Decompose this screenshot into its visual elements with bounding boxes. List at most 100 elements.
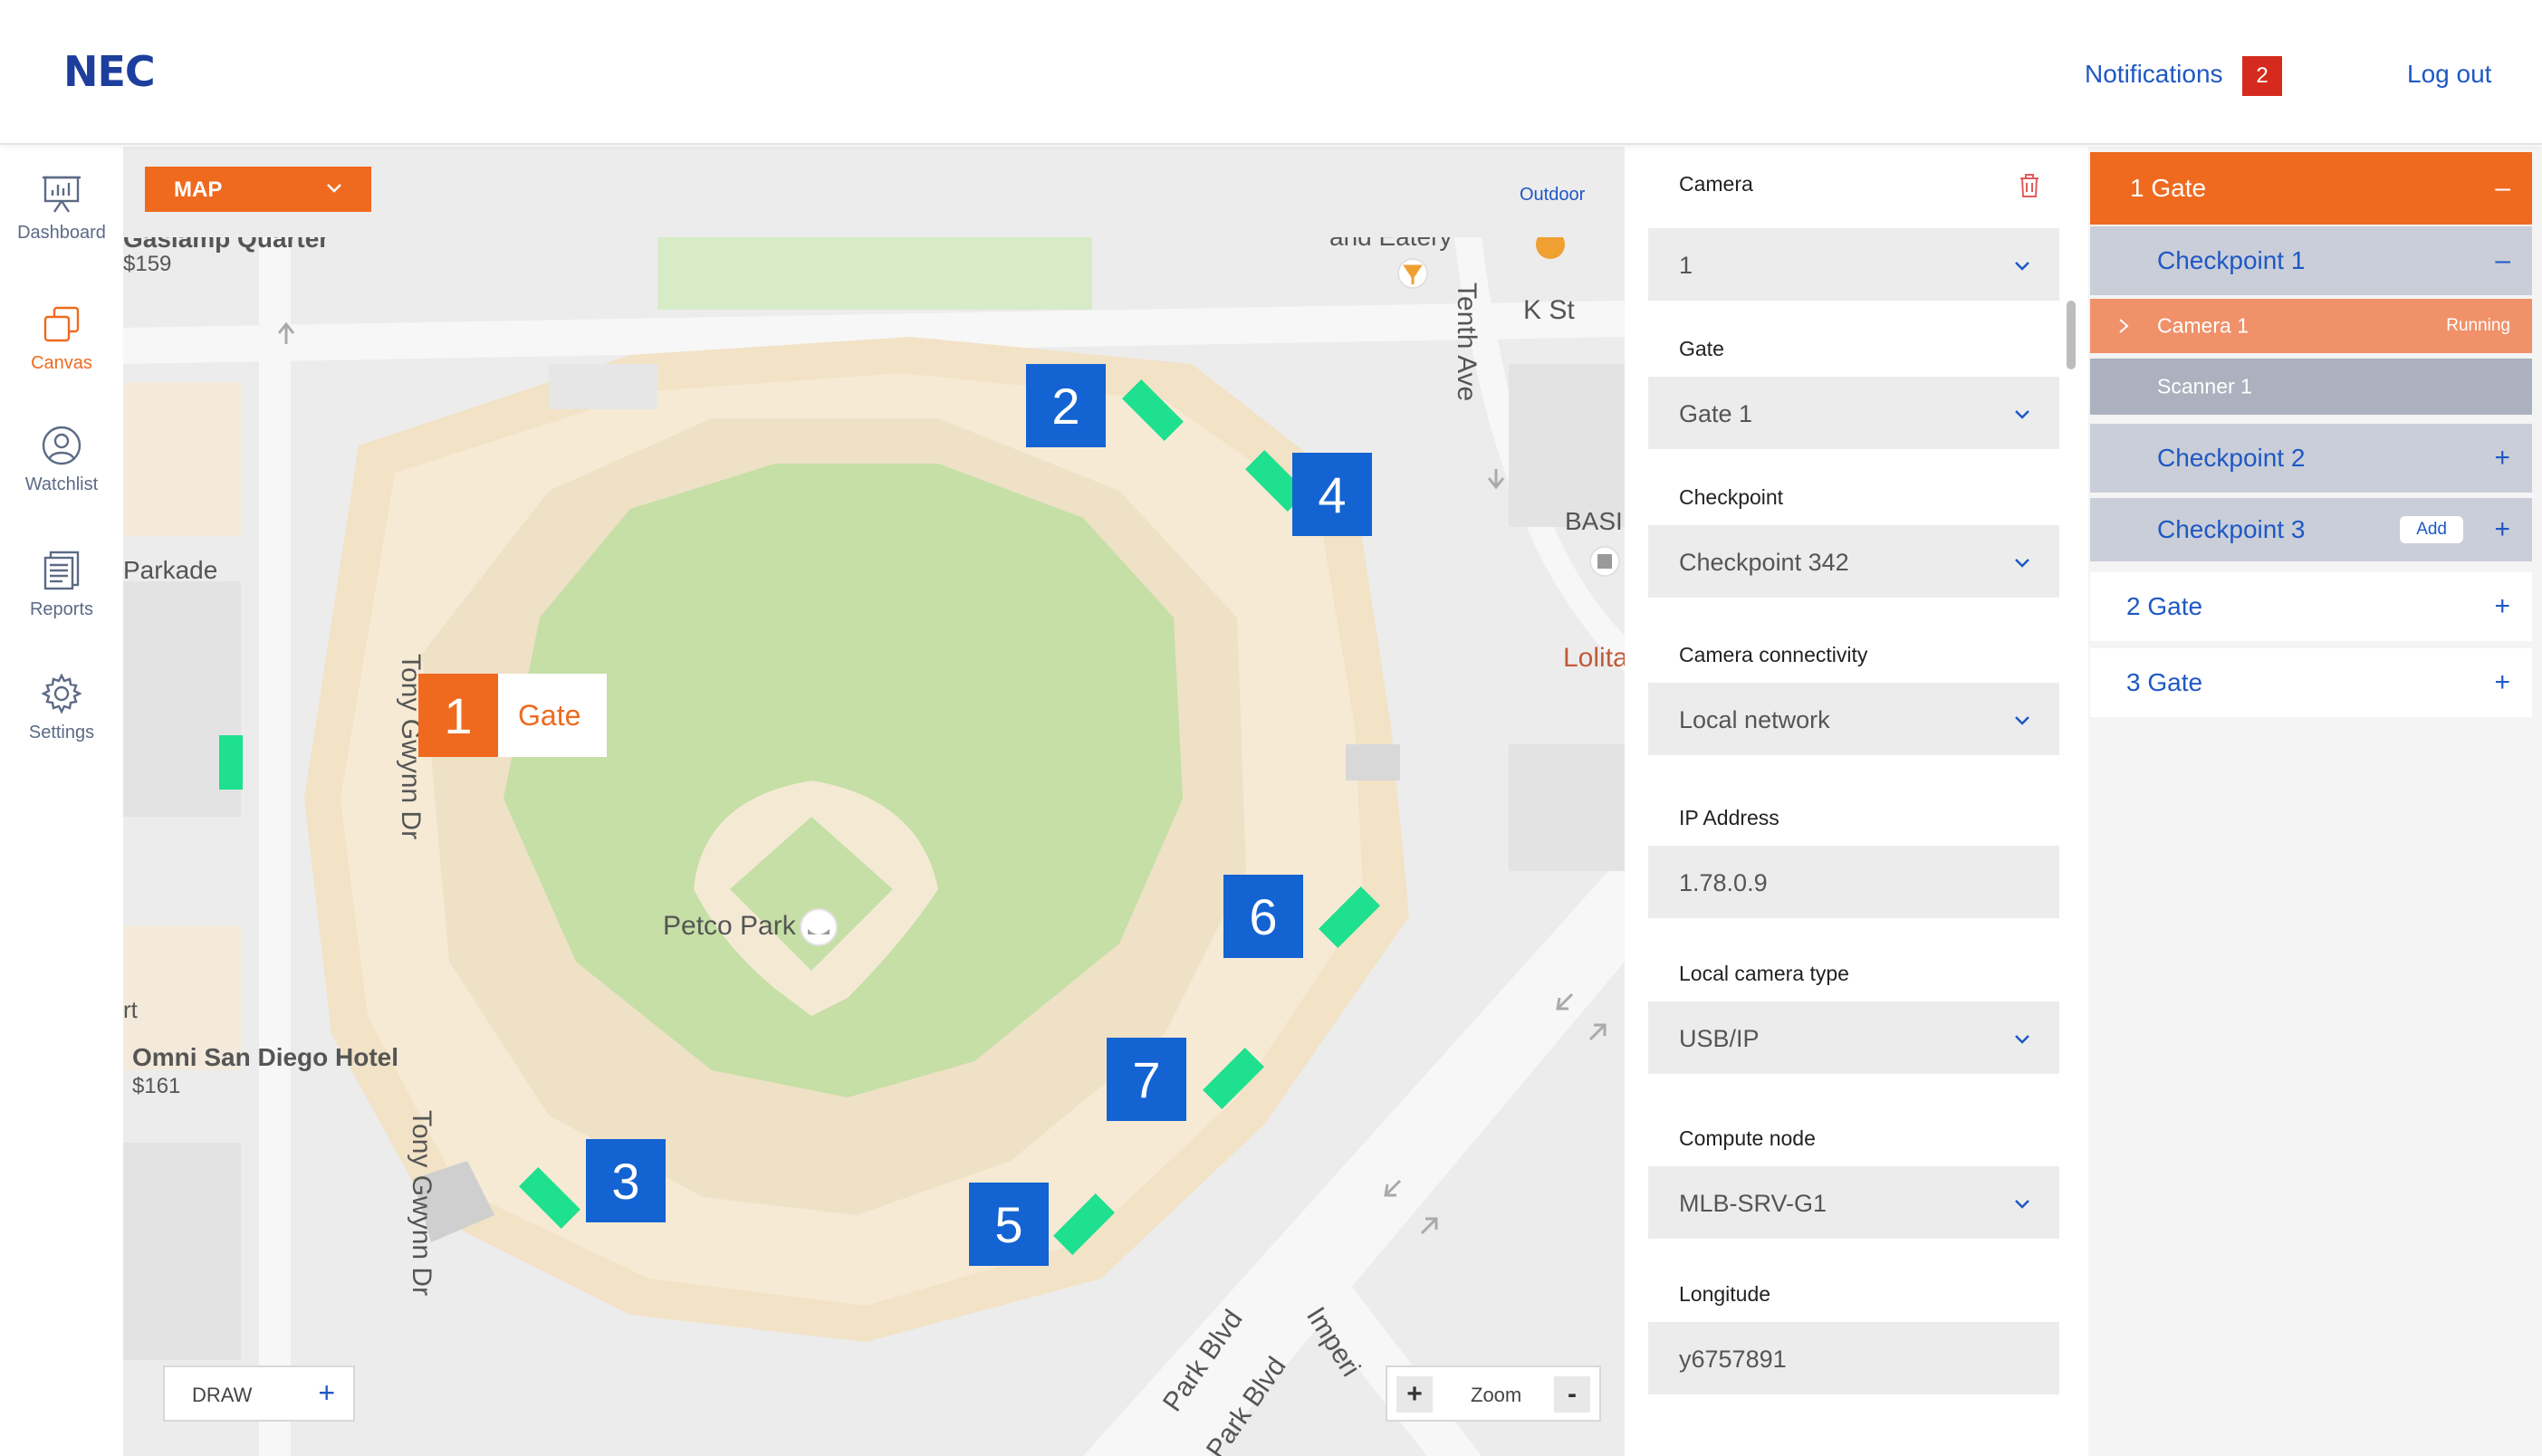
app-header: NEC Notifications 2 Log out	[0, 0, 2542, 145]
tree-checkpoint-1-label: Checkpoint 1	[2157, 246, 2306, 274]
camera-type-select-value: USB/IP	[1679, 1025, 1760, 1052]
camera-marker-6[interactable]: 6	[1223, 875, 1303, 958]
map-label-rt: rt	[123, 996, 138, 1023]
map-label-parkade: Parkade	[123, 556, 218, 584]
chevron-down-icon	[327, 184, 341, 193]
map-label-tony-gwynn-2: Tony Gwynn Dr	[407, 1110, 436, 1297]
tree-gate-1-label: 1 Gate	[2130, 174, 2207, 202]
camera-select-value: 1	[1679, 252, 1693, 279]
outdoor-link[interactable]: Outdoor	[1520, 185, 1585, 206]
nav-item-watchlist[interactable]: Watchlist	[0, 424, 123, 495]
expand-icon[interactable]: +	[2494, 514, 2510, 545]
notifications-link[interactable]: Notifications	[2085, 60, 2223, 89]
map-label-k-st: K St	[1523, 295, 1575, 325]
tree-scanner-1[interactable]: Scanner 1	[2090, 359, 2532, 415]
tree-checkpoint-1[interactable]: Checkpoint 1 –	[2090, 226, 2532, 295]
camera-form-panel: Camera 1 Gate Gate 1 Checkpoint Checkpoi…	[1625, 147, 2088, 1456]
chevron-down-icon	[2015, 410, 2029, 419]
nec-logo[interactable]: NEC	[63, 47, 156, 96]
nav-label-reports: Reports	[29, 599, 94, 619]
tree-gate-1[interactable]: 1 Gate –	[2090, 152, 2532, 225]
camera-type-label: Local camera type	[1679, 962, 1849, 985]
camera-marker-3[interactable]: 3	[586, 1139, 666, 1222]
longitude-label: Longitude	[1679, 1282, 1771, 1306]
collapse-icon[interactable]: –	[2495, 245, 2510, 276]
checkpoint-select[interactable]: Checkpoint 342	[1648, 525, 2059, 598]
nav-item-reports[interactable]: Reports	[0, 549, 123, 620]
checkpoint-select-value: Checkpoint 342	[1679, 549, 1849, 576]
dashboard-icon	[43, 176, 81, 213]
nav-item-dashboard[interactable]: Dashboard	[0, 172, 123, 244]
nav-item-settings[interactable]: Settings	[0, 672, 123, 743]
tree-camera-1[interactable]: Camera 1 Running	[2090, 299, 2532, 353]
notifications-count-badge[interactable]: 2	[2242, 56, 2282, 96]
form-scrollbar[interactable]	[2067, 301, 2076, 369]
chevron-down-icon	[2015, 716, 2029, 725]
nav-item-canvas[interactable]: Canvas	[0, 302, 123, 374]
tree-checkpoint-2-label: Checkpoint 2	[2157, 444, 2306, 472]
map-label-petco-park: Petco Park	[663, 911, 796, 941]
map-view-select[interactable]: MAP	[145, 167, 371, 212]
plus-icon: +	[318, 1376, 335, 1409]
reports-icon	[43, 551, 80, 590]
chevron-down-icon	[2015, 1200, 2029, 1209]
longitude-field[interactable]: y6757891	[1648, 1322, 2059, 1394]
trash-icon[interactable]	[2018, 172, 2041, 199]
gate-select[interactable]: Gate 1	[1648, 377, 2059, 449]
add-button[interactable]: Add	[2400, 516, 2463, 543]
tree-scanner-1-label: Scanner 1	[2157, 374, 2252, 398]
expand-icon[interactable]: +	[2494, 443, 2510, 474]
camera-label: Camera	[1679, 172, 1753, 196]
map-label-lolita: Lolita	[1563, 643, 1625, 673]
side-nav: Dashboard Canvas Watchlist Reports Setti…	[0, 147, 123, 1456]
tree-checkpoint-2[interactable]: Checkpoint 2 +	[2090, 424, 2532, 493]
map-label-omni-price: $161	[132, 1074, 181, 1098]
connectivity-select[interactable]: Local network	[1648, 683, 2059, 755]
zoom-out-button[interactable]: -	[1554, 1376, 1590, 1413]
camera-marker-4[interactable]: 4	[1292, 453, 1372, 536]
ip-address-field[interactable]: 1.78.0.9	[1648, 846, 2059, 918]
map-label-gaslamp-price: $159	[123, 252, 172, 276]
map-canvas[interactable]: Gaslamp Quarter $159 and Eatery K St Ten…	[123, 147, 1625, 1456]
draw-label: DRAW	[192, 1384, 253, 1406]
ip-address-label: IP Address	[1679, 806, 1779, 829]
gate-label: Gate	[1679, 337, 1724, 360]
draw-button[interactable]: DRAW +	[163, 1365, 355, 1422]
nav-label-watchlist: Watchlist	[24, 474, 99, 494]
camera-marker-5[interactable]: 5	[969, 1183, 1049, 1266]
collapse-icon[interactable]: –	[2495, 173, 2510, 204]
tree-gate-3-label: 3 Gate	[2126, 668, 2203, 696]
camera-type-select[interactable]: USB/IP	[1648, 1001, 2059, 1074]
connectivity-label: Camera connectivity	[1679, 643, 1868, 666]
gate-marker-1-tag[interactable]: Gate	[498, 674, 607, 757]
tree-checkpoint-3-label: Checkpoint 3	[2157, 515, 2306, 543]
chevron-down-icon	[2015, 262, 2029, 271]
zoom-in-button[interactable]: +	[1396, 1376, 1433, 1413]
connectivity-select-value: Local network	[1679, 706, 1830, 733]
checkpoint-label: Checkpoint	[1679, 485, 1784, 509]
chevron-down-icon	[2015, 1035, 2029, 1044]
expand-icon[interactable]: +	[2494, 591, 2510, 622]
tree-gate-3[interactable]: 3 Gate +	[2090, 648, 2532, 717]
canvas-icon	[43, 306, 80, 342]
compute-node-select[interactable]: MLB-SRV-G1	[1648, 1166, 2059, 1239]
camera-select[interactable]: 1	[1648, 228, 2059, 301]
expand-icon[interactable]: +	[2494, 667, 2510, 698]
nav-label-dashboard: Dashboard	[17, 223, 106, 243]
gear-icon	[41, 673, 82, 714]
logout-link[interactable]: Log out	[2407, 60, 2491, 89]
map-label-omni-hotel: Omni San Diego Hotel	[132, 1043, 399, 1071]
camera-marker-2[interactable]: 2	[1026, 364, 1106, 447]
tree-gate-2[interactable]: 2 Gate +	[2090, 572, 2532, 641]
map-view-select-value: MAP	[174, 177, 223, 202]
zoom-label: Zoom	[1471, 1384, 1522, 1406]
gate-select-value: Gate 1	[1679, 400, 1753, 427]
zoom-control: + Zoom -	[1386, 1365, 1601, 1422]
tree-checkpoint-3[interactable]: Checkpoint 3 Add +	[2090, 498, 2532, 561]
camera-status-badge: Running	[2446, 316, 2510, 335]
compute-node-label: Compute node	[1679, 1126, 1816, 1150]
camera-marker-7[interactable]: 7	[1107, 1038, 1186, 1121]
tree-camera-1-label: Camera 1	[2157, 313, 2249, 338]
gate-marker-1[interactable]: 1	[418, 674, 498, 757]
ip-address-value: 1.78.0.9	[1679, 869, 1768, 896]
